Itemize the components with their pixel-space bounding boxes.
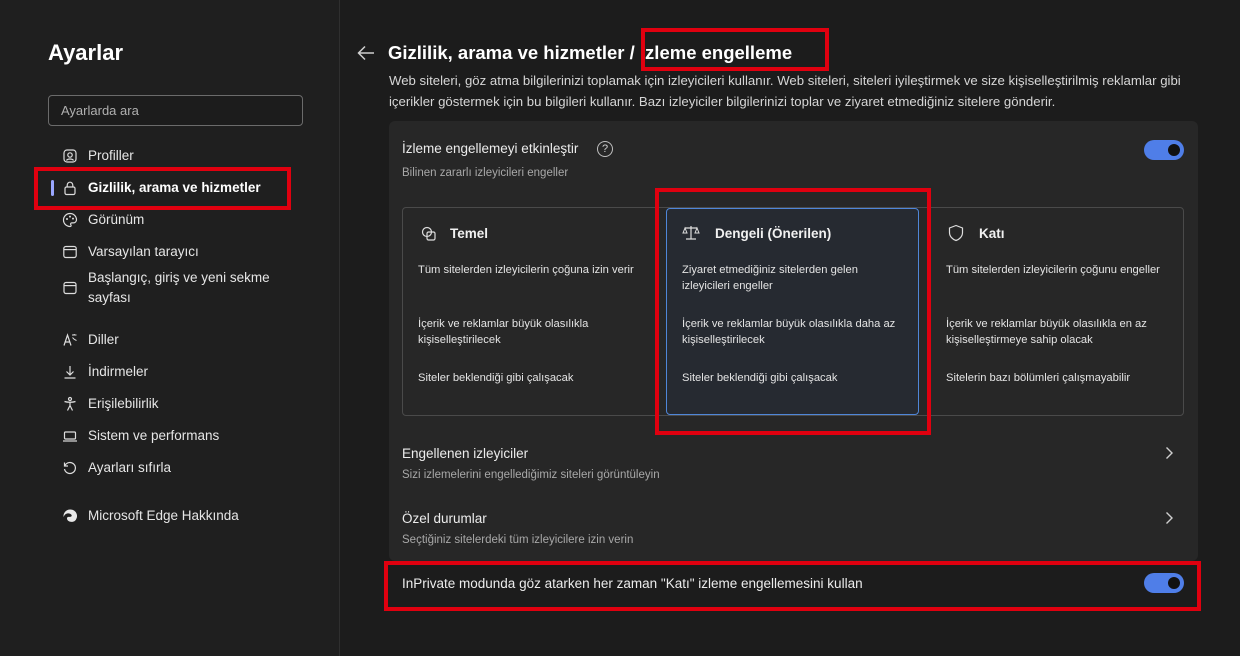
option-basic-title: Temel — [450, 226, 489, 241]
active-indicator — [51, 180, 54, 196]
option-balanced-title: Dengeli (Önerilen) — [715, 226, 832, 241]
sidebar-item-label: Ayarları sıfırla — [88, 460, 172, 475]
sidebar-item-appearance[interactable]: Görünüm — [62, 210, 302, 230]
sidebar-item-label: Görünüm — [88, 212, 145, 227]
chevron-right-icon[interactable] — [1164, 511, 1174, 525]
sidebar-item-label: Profiller — [88, 148, 134, 163]
option-strict-line: Tüm sitelerden izleyicilerin çoğunu enge… — [946, 264, 1160, 276]
breadcrumb-parent[interactable]: Gizlilik, arama ve hizmetler — [388, 42, 625, 63]
help-icon[interactable]: ? — [597, 141, 613, 157]
option-basic-line: Tüm sitelerden izleyicilerin çoğuna izin… — [418, 264, 634, 276]
download-icon — [64, 366, 76, 379]
enable-tracking-toggle[interactable] — [1144, 140, 1184, 160]
sidebar-item-label: Sistem ve performans — [88, 428, 220, 443]
chevron-right-icon[interactable] — [1164, 446, 1174, 460]
shield-icon — [948, 224, 964, 242]
sidebar-item-default-browser[interactable]: Varsayılan tarayıcı — [62, 242, 302, 262]
page-description: Web siteleri, göz atma bilgilerinizi top… — [389, 73, 1181, 109]
option-balanced-line: Siteler beklendiği gibi çalışacak — [682, 372, 838, 384]
palette-icon — [62, 212, 78, 228]
exceptions-sub: Seçtiğiniz sitelerdeki tüm izleyicilere … — [402, 534, 634, 546]
sidebar-item-label: Erişilebilirlik — [88, 396, 159, 411]
back-arrow-icon[interactable] — [356, 44, 376, 62]
blocked-trackers-link[interactable]: Engellenen izleyiciler — [402, 446, 528, 461]
option-basic-line: İçerik ve reklamlar büyük olasılıkla kiş… — [418, 318, 589, 346]
home-icon — [63, 281, 77, 295]
app-title: Ayarlar — [48, 40, 124, 65]
breadcrumb-separator: / — [629, 42, 635, 63]
laptop-icon — [63, 431, 77, 442]
sidebar-item-label: Microsoft Edge Hakkında — [88, 508, 239, 523]
blocked-trackers-sub: Sizi izlemelerini engellediğimiz siteler… — [402, 469, 660, 481]
breadcrumb: Gizlilik, arama ve hizmetler / İzleme en… — [388, 42, 792, 64]
option-balanced-line: İçerik ve reklamlar büyük olasılıkla dah… — [682, 318, 896, 346]
option-basic-line: Siteler beklendiği gibi çalışacak — [418, 372, 574, 384]
sidebar-item-downloads[interactable]: İndirmeler — [62, 362, 302, 382]
settings-search-input[interactable] — [48, 95, 303, 126]
language-icon — [63, 333, 77, 346]
sidebar-item-profiles[interactable]: Profiller — [62, 146, 302, 166]
sidebar-item-reset[interactable]: Ayarları sıfırla — [62, 458, 302, 478]
reset-icon — [63, 461, 76, 475]
inprivate-strict-label: InPrivate modunda göz atarken her zaman … — [402, 576, 863, 591]
enable-tracking-label: İzleme engellemeyi etkinleştir — [402, 141, 579, 156]
sidebar-item-about[interactable]: Microsoft Edge Hakkında — [62, 506, 302, 526]
sidebar-item-startup[interactable]: Başlangıç, giriş ve yeni sekme sayfası — [62, 268, 277, 308]
sidebar-item-accessibility[interactable]: Erişilebilirlik — [62, 394, 302, 414]
sidebar-item-privacy[interactable]: Gizlilik, arama ve hizmetler — [62, 178, 302, 198]
basic-shapes-icon — [421, 226, 436, 241]
option-strict-line: Sitelerin bazı bölümleri çalışmayabilir — [946, 372, 1131, 384]
option-strict-line: İçerik ve reklamlar büyük olasılıkla en … — [946, 318, 1147, 346]
accessibility-icon — [64, 396, 76, 411]
browser-icon — [63, 245, 77, 259]
sidebar-item-label: Varsayılan tarayıcı — [88, 244, 199, 259]
sidebar-item-system[interactable]: Sistem ve performans — [62, 426, 302, 446]
balance-scale-icon — [682, 226, 700, 240]
exceptions-link[interactable]: Özel durumlar — [402, 511, 487, 526]
option-strict-title: Katı — [979, 226, 1005, 241]
inprivate-strict-toggle[interactable] — [1144, 573, 1184, 593]
sidebar-item-label: Gizlilik, arama ve hizmetler — [88, 180, 261, 195]
lock-icon — [64, 181, 76, 196]
sidebar-item-label: Başlangıç, giriş ve yeni sekme sayfası — [88, 270, 270, 305]
page-title: İzleme engelleme — [639, 42, 793, 63]
sidebar-item-label: İndirmeler — [88, 364, 149, 379]
sidebar-item-label: Diller — [88, 332, 119, 347]
option-balanced-line: Ziyaret etmediğiniz sitelerden gelen izl… — [682, 264, 858, 292]
sidebar-item-languages[interactable]: Diller — [62, 330, 302, 350]
enable-tracking-sub: Bilinen zararlı izleyicileri engeller — [402, 167, 569, 179]
edge-logo-icon — [63, 509, 78, 522]
profile-icon — [63, 149, 77, 163]
